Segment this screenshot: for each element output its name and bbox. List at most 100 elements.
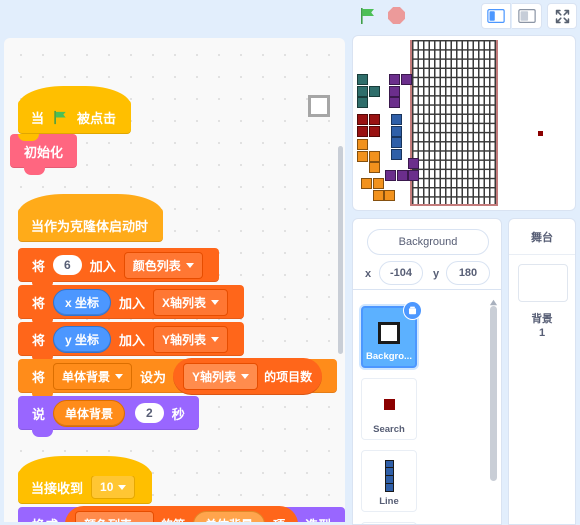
block-label-clicked: 被点击 bbox=[77, 110, 117, 126]
code-vertical-scrollbar[interactable] bbox=[338, 146, 343, 354]
large-stage-layout-icon[interactable] bbox=[512, 3, 542, 29]
block-label-length: 的项目数 bbox=[264, 369, 313, 384]
dropdown-list-y2[interactable]: Y轴列表 bbox=[183, 362, 259, 390]
dropdown-list-color2[interactable]: 颜色列表 bbox=[75, 510, 155, 522]
dropdown-label: Y轴列表 bbox=[192, 369, 237, 384]
tetromino-cell bbox=[357, 125, 368, 137]
chevron-down-icon bbox=[185, 262, 194, 268]
block-add-to-list-y[interactable]: 将 y 坐标 加入 Y轴列表 bbox=[18, 322, 245, 363]
block-label-add-mid: 加入 bbox=[89, 258, 116, 274]
reporter-variable-bg[interactable]: 单体背景 bbox=[53, 399, 126, 427]
block-label-say: 说 bbox=[32, 406, 46, 422]
sprite-card-search[interactable]: Search bbox=[361, 378, 417, 440]
tetromino-cell bbox=[357, 114, 368, 125]
block-label-add-mid: 加入 bbox=[119, 295, 146, 311]
tetromino-cell bbox=[396, 169, 408, 181]
block-add-to-list-x[interactable]: 将 x 坐标 加入 X轴列表 bbox=[18, 285, 245, 326]
variable-monitor-checkbox[interactable] bbox=[308, 95, 330, 117]
dropdown-label: Y轴列表 bbox=[162, 332, 207, 347]
reporter-list-length[interactable]: Y轴列表 的项目数 bbox=[173, 357, 323, 395]
tetromino-cell bbox=[361, 178, 372, 189]
tetromino-cell bbox=[372, 178, 384, 189]
block-label-item-of: 的第 bbox=[161, 516, 185, 523]
stage-thumbnail[interactable] bbox=[518, 264, 568, 302]
dropdown-list-x[interactable]: X轴列表 bbox=[153, 288, 229, 316]
dropdown-label: 10 bbox=[100, 480, 114, 494]
dropdown-list-color[interactable]: 颜色列表 bbox=[123, 251, 203, 279]
stage-display[interactable] bbox=[352, 35, 576, 211]
block-label-clone: 当作为克隆体启动时 bbox=[31, 218, 149, 234]
tetromino-cell bbox=[368, 125, 380, 137]
block-set-variable[interactable]: 将 单体背景 设为 Y轴列表 的项目数 bbox=[18, 357, 338, 400]
sprite-card-background[interactable]: Backgro... bbox=[361, 301, 422, 368]
block-custom-init[interactable]: 初始化 bbox=[10, 134, 78, 175]
dropdown-list-y[interactable]: Y轴列表 bbox=[153, 325, 229, 353]
input-value-6[interactable]: 6 bbox=[53, 255, 82, 275]
block-label-add-pre: 将 bbox=[32, 258, 46, 274]
small-stage-layout-icon[interactable] bbox=[481, 3, 511, 29]
block-when-i-receive[interactable]: 当接收到 10 bbox=[18, 456, 153, 504]
sprite-list-panel[interactable]: Backgro... Search Line bbox=[352, 290, 502, 525]
block-label-when: 当 bbox=[31, 110, 45, 126]
chevron-down-icon bbox=[241, 373, 250, 379]
sprite-thumbnail bbox=[362, 384, 416, 424]
input-seconds[interactable]: 2 bbox=[135, 403, 164, 423]
sprite-name-label: Search bbox=[373, 424, 405, 435]
x-value-field[interactable]: -104 bbox=[379, 261, 423, 285]
tetromino-cell bbox=[372, 189, 384, 201]
dropdown-message[interactable]: 10 bbox=[91, 475, 136, 499]
block-label-add-mid: 加入 bbox=[119, 332, 146, 348]
block-say-for-seconds[interactable]: 说 单体背景 2 秒 bbox=[18, 396, 199, 437]
stage-selector-title: 舞台 bbox=[509, 219, 575, 255]
top-bar bbox=[0, 0, 580, 32]
tetromino-cell bbox=[389, 97, 400, 108]
scroll-up-icon[interactable] bbox=[489, 294, 498, 306]
fullscreen-icon[interactable] bbox=[547, 3, 577, 29]
x-label: x bbox=[365, 268, 372, 280]
tetromino-cell bbox=[368, 150, 380, 162]
tetromino-cell bbox=[391, 148, 402, 160]
block-label-item-idx: 项 bbox=[273, 516, 285, 523]
tetromino-cell bbox=[357, 74, 368, 85]
tetromino-cell bbox=[389, 85, 400, 97]
reporter-x-position[interactable]: x 坐标 bbox=[53, 288, 112, 316]
chevron-down-icon bbox=[115, 373, 124, 379]
tetromino-cell bbox=[391, 114, 402, 125]
reporter-y-position[interactable]: y 坐标 bbox=[53, 325, 112, 353]
code-workspace[interactable]: 当 被点击 初始化 当作为克隆体启动时 将 6 加入 颜色列表 将 x 坐标 加… bbox=[4, 38, 345, 522]
tetromino-cell bbox=[368, 114, 380, 125]
block-label-set-mid: 设为 bbox=[140, 369, 167, 385]
block-label-add-pre: 将 bbox=[32, 295, 46, 311]
reporter-item-of-list[interactable]: 颜色列表 的第 单体背景 项 bbox=[65, 505, 299, 523]
sprite-thumbnail bbox=[363, 313, 415, 353]
green-flag-icon[interactable] bbox=[358, 6, 378, 26]
block-switch-costume[interactable]: 换成 颜色列表 的第 单体背景 项 造型 bbox=[18, 505, 345, 523]
scratch-editor: 当 被点击 初始化 当作为克隆体启动时 将 6 加入 颜色列表 将 x 坐标 加… bbox=[0, 0, 580, 525]
stop-icon[interactable] bbox=[388, 7, 406, 25]
block-when-flag-clicked[interactable]: 当 被点击 bbox=[18, 86, 132, 134]
block-label-costume: 造型 bbox=[305, 515, 331, 523]
sprite-name-label: Line bbox=[379, 496, 399, 507]
tetromino-cell bbox=[391, 125, 402, 137]
tetromino-cell bbox=[408, 158, 419, 169]
chevron-down-icon bbox=[211, 336, 220, 342]
block-add-to-list-color[interactable]: 将 6 加入 颜色列表 bbox=[18, 248, 219, 289]
dropdown-label: X轴列表 bbox=[162, 295, 207, 310]
block-label-add-pre: 将 bbox=[32, 332, 46, 348]
sprite-card-line[interactable]: Line bbox=[361, 450, 417, 512]
chevron-down-icon bbox=[211, 299, 220, 305]
chevron-down-icon bbox=[137, 521, 146, 522]
sprite-list-scrollbar[interactable] bbox=[490, 306, 497, 481]
tetromino-cell bbox=[368, 162, 380, 173]
y-value-field[interactable]: 180 bbox=[446, 261, 490, 285]
dropdown-variable-bg[interactable]: 单体背景 bbox=[53, 362, 133, 390]
stage-selector-panel[interactable]: 舞台 背景 1 bbox=[508, 218, 576, 525]
dropdown-label: 颜色列表 bbox=[132, 258, 181, 273]
green-flag-icon bbox=[52, 109, 69, 126]
tetromino-cell bbox=[391, 137, 402, 148]
tetromino-cell bbox=[408, 169, 419, 181]
sprite-name-input[interactable] bbox=[367, 229, 489, 255]
backdrop-label: 背景 bbox=[531, 313, 553, 325]
reporter-variable-bg2[interactable]: 单体背景 bbox=[193, 510, 266, 522]
block-when-clone-starts[interactable]: 当作为克隆体启动时 bbox=[18, 194, 164, 242]
